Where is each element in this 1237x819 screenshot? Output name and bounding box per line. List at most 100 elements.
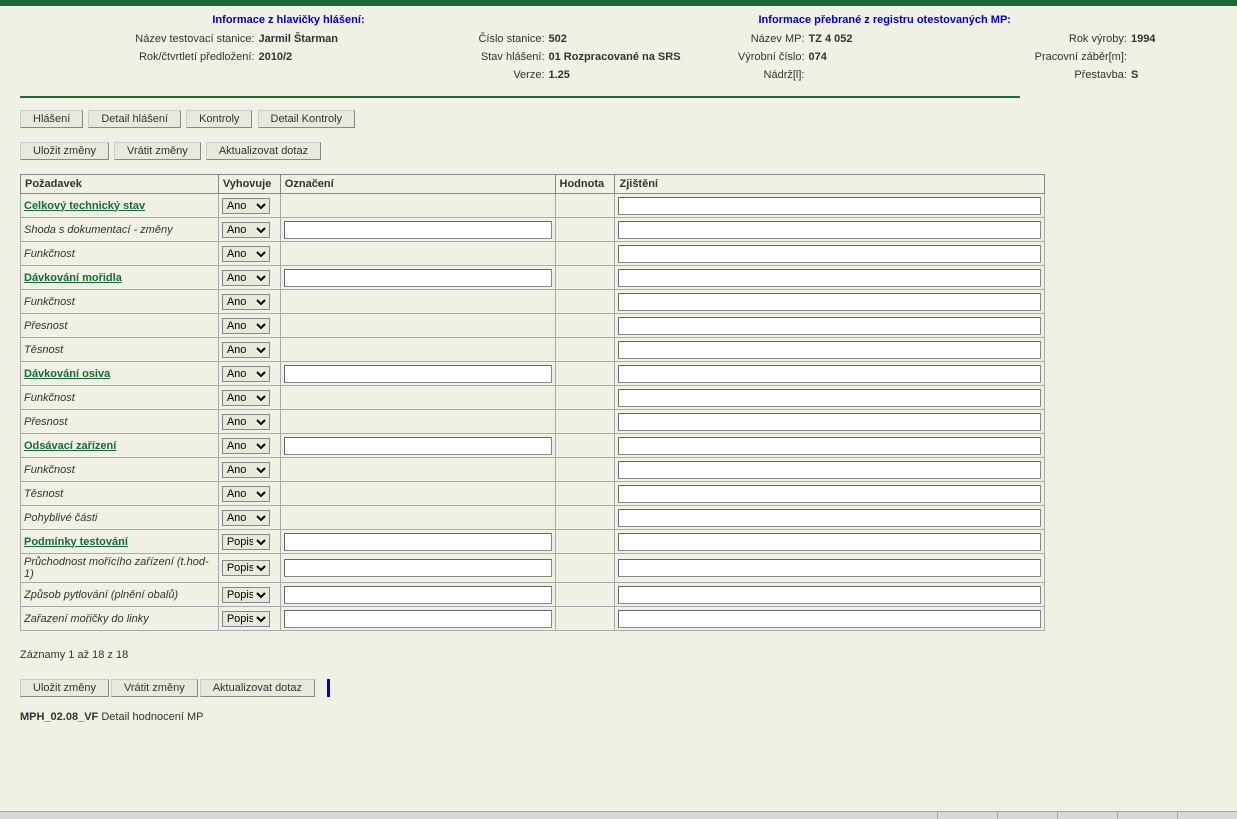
zjisteni-input[interactable]	[618, 437, 1041, 455]
zjisteni-input[interactable]	[618, 509, 1041, 527]
vyhovuje-select[interactable]: Ano	[222, 438, 270, 454]
header-value: 074	[809, 48, 827, 66]
header-row: Výrobní číslo:074	[719, 48, 1011, 66]
hodnota-cell	[555, 607, 615, 631]
vyhovuje-select[interactable]: Ano	[222, 294, 270, 310]
zjisteni-input[interactable]	[618, 485, 1041, 503]
vyhovuje-select[interactable]: Popis	[222, 587, 270, 603]
zjisteni-input[interactable]	[618, 389, 1041, 407]
ulozit-zmeny-button-top[interactable]: Uložit změny	[20, 142, 109, 160]
table-row: Podmínky testování Popis	[21, 530, 1045, 554]
header-row: Rok výroby:1994	[1011, 30, 1211, 48]
vyhovuje-select[interactable]: Ano	[222, 246, 270, 262]
table-row: Dávkování osiva Ano	[21, 362, 1045, 386]
zjisteni-input[interactable]	[618, 221, 1041, 239]
zjisteni-input[interactable]	[618, 461, 1041, 479]
table-row: PřesnostAno	[21, 410, 1045, 434]
header-value: 2010/2	[259, 48, 293, 66]
zjisteni-input[interactable]	[618, 586, 1041, 604]
zjisteni-input[interactable]	[618, 269, 1041, 287]
header-row: Název MP:TZ 4 052	[719, 30, 1011, 48]
vyhovuje-select[interactable]: Popis	[222, 611, 270, 627]
oznaceni-input[interactable]	[284, 437, 552, 455]
sub-label: Těsnost	[24, 488, 63, 500]
hodnota-cell	[555, 458, 615, 482]
zjisteni-input[interactable]	[618, 533, 1041, 551]
hodnota-cell	[555, 530, 615, 554]
vratit-zmeny-button-bottom[interactable]: Vrátit změny	[111, 679, 198, 697]
header-value: 502	[549, 30, 567, 48]
section-label[interactable]: Podmínky testování	[24, 536, 128, 548]
vyhovuje-select[interactable]: Ano	[222, 510, 270, 526]
section-label[interactable]: Celkový technický stav	[24, 200, 145, 212]
oznaceni-input[interactable]	[284, 365, 552, 383]
zjisteni-input[interactable]	[618, 245, 1041, 263]
oznaceni-input[interactable]	[284, 533, 552, 551]
hodnota-cell	[555, 583, 615, 607]
sub-label: Funkčnost	[24, 248, 75, 260]
zjisteni-input[interactable]	[618, 317, 1041, 335]
table-row: Těsnost Ano	[21, 482, 1045, 506]
footer-code-bold: MPH_02.08_VF	[20, 711, 98, 723]
vyhovuje-select[interactable]: Popis	[222, 560, 270, 576]
vyhovuje-select[interactable]: Ano	[222, 462, 270, 478]
vyhovuje-select[interactable]: Ano	[222, 342, 270, 358]
zjisteni-input[interactable]	[618, 341, 1041, 359]
header-area: Informace z hlavičky hlášení: Název test…	[0, 6, 1237, 92]
zjisteni-input[interactable]	[618, 610, 1041, 628]
sub-label: Zařazení mořičky do linky	[24, 613, 149, 625]
tab-detail-kontroly[interactable]: Detail Kontroly	[258, 110, 356, 128]
oznaceni-input[interactable]	[284, 586, 552, 604]
footer-code: MPH_02.08_VF Detail hodnocení MP	[20, 711, 1217, 723]
footer-code-text: Detail hodnocení MP	[101, 711, 203, 723]
zjisteni-input[interactable]	[618, 197, 1041, 215]
sub-label: Přesnost	[24, 320, 67, 332]
ulozit-zmeny-button-bottom[interactable]: Uložit změny	[20, 679, 109, 697]
header-value: TZ 4 052	[809, 30, 853, 48]
hodnota-cell	[555, 242, 615, 266]
hodnota-cell	[555, 434, 615, 458]
zjisteni-input[interactable]	[618, 413, 1041, 431]
aktualizovat-dotaz-button-top[interactable]: Aktualizovat dotaz	[206, 142, 321, 160]
tab-row: Hlášení Detail hlášení Kontroly Detail K…	[20, 110, 1217, 128]
tab-hlaseni[interactable]: Hlášení	[20, 110, 83, 128]
oznaceni-input[interactable]	[284, 269, 552, 287]
vratit-zmeny-button-top[interactable]: Vrátit změny	[114, 142, 201, 160]
zjisteni-input[interactable]	[618, 559, 1041, 577]
aktualizovat-dotaz-button-bottom[interactable]: Aktualizovat dotaz	[200, 679, 315, 697]
hodnota-cell	[555, 482, 615, 506]
vyhovuje-select[interactable]: Ano	[222, 414, 270, 430]
hodnota-cell	[555, 194, 615, 218]
vyhovuje-select[interactable]: Ano	[222, 366, 270, 382]
cursor-indicator	[327, 679, 330, 697]
oznaceni-input[interactable]	[284, 610, 552, 628]
oznaceni-input[interactable]	[284, 221, 552, 239]
hodnota-cell	[555, 290, 615, 314]
vyhovuje-select[interactable]: Ano	[222, 222, 270, 238]
section-label[interactable]: Odsávací zařízení	[24, 440, 116, 452]
vyhovuje-select[interactable]: Ano	[222, 390, 270, 406]
header-row: Stav hlášení:01 Rozpracované na SRS	[459, 48, 719, 66]
header-label: Výrobní číslo:	[719, 48, 809, 66]
header-value: S	[1131, 66, 1138, 84]
zjisteni-input[interactable]	[618, 365, 1041, 383]
vyhovuje-select[interactable]: Ano	[222, 198, 270, 214]
sub-label: Funkčnost	[24, 392, 75, 404]
header-value: 1.25	[549, 66, 570, 84]
vyhovuje-select[interactable]: Ano	[222, 270, 270, 286]
tab-kontroly[interactable]: Kontroly	[186, 110, 252, 128]
table-row: Způsob pytlování (plnění obalů)Popis	[21, 583, 1045, 607]
tab-detail-hlaseni[interactable]: Detail hlášení	[88, 110, 181, 128]
vyhovuje-select[interactable]: Ano	[222, 486, 270, 502]
section-label[interactable]: Dávkování mořidla	[24, 272, 122, 284]
table-row: Funkčnost Ano	[21, 458, 1045, 482]
vyhovuje-select[interactable]: Ano	[222, 318, 270, 334]
sub-label: Těsnost	[24, 344, 63, 356]
vyhovuje-select[interactable]: Popis	[222, 534, 270, 550]
section-label[interactable]: Dávkování osiva	[24, 368, 110, 380]
table-row: Funkčnost Ano	[21, 386, 1045, 410]
sub-label: Shoda s dokumentací - změny	[24, 224, 173, 236]
zjisteni-input[interactable]	[618, 293, 1041, 311]
sub-label: Funkčnost	[24, 464, 75, 476]
oznaceni-input[interactable]	[284, 559, 552, 577]
